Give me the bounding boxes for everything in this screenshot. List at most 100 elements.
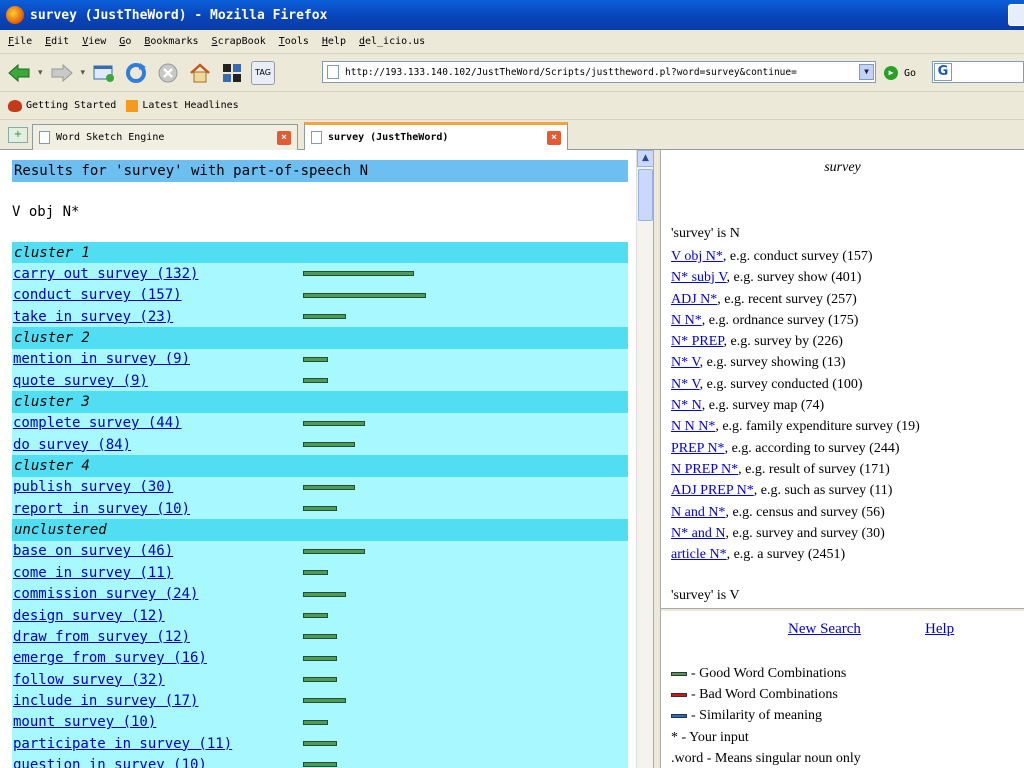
collocation-link[interactable]: report in survey (10) xyxy=(12,501,190,517)
stop-icon[interactable] xyxy=(155,60,181,86)
forward-icon[interactable] xyxy=(49,60,75,86)
collocation-link[interactable]: do survey (84) xyxy=(12,437,131,453)
cluster-heading: cluster 2 xyxy=(12,327,628,349)
cluster-list: cluster 1 carry out survey (132) conduct s… xyxy=(12,242,628,768)
good-combination-bar xyxy=(303,506,337,512)
menu-help[interactable]: Help xyxy=(322,36,346,47)
menu-bookmarks[interactable]: Bookmarks xyxy=(144,36,198,47)
minimize-button[interactable] xyxy=(1008,4,1024,26)
back-dropdown-icon[interactable]: ▾ xyxy=(38,68,43,78)
collocation-row: publish survey (30) xyxy=(12,477,628,498)
bookmark-latest-headlines[interactable]: Latest Headlines xyxy=(126,99,239,112)
menu-edit[interactable]: Edit xyxy=(45,36,69,47)
relation-link[interactable]: ADJ PREP N* xyxy=(671,483,754,498)
relation-example: , e.g. conduct survey (157) xyxy=(722,249,873,264)
collocation-link[interactable]: design survey (12) xyxy=(12,608,165,624)
collocation-link[interactable]: participate in survey (11) xyxy=(12,736,232,752)
good-combination-bar xyxy=(303,570,328,576)
relation-example: , e.g. census and survey (56) xyxy=(725,504,885,520)
menu-file[interactable]: File xyxy=(8,36,32,47)
collocation-link[interactable]: mount survey (10) xyxy=(12,714,156,730)
url-dropdown-icon[interactable]: ▼ xyxy=(859,64,874,80)
legend-swatch xyxy=(671,692,687,697)
home-icon[interactable] xyxy=(187,60,213,86)
collocation-link[interactable]: mention in survey (9) xyxy=(12,351,190,367)
relation-link[interactable]: ADJ N* xyxy=(671,292,717,307)
back-icon[interactable] xyxy=(6,60,32,86)
relation-link[interactable]: N* subj V xyxy=(671,270,727,285)
screen-grab-icon[interactable] xyxy=(219,60,245,86)
new-search-link[interactable]: New Search xyxy=(788,621,861,638)
legend-item: - Bad Word Combinations xyxy=(671,684,861,705)
results-header: Results for 'survey' with part-of-speech… xyxy=(12,160,628,182)
collocation-link[interactable]: include in survey (17) xyxy=(12,693,198,709)
relation-example: , e.g. a survey (2451) xyxy=(726,547,846,563)
search-box[interactable]: G xyxy=(932,61,1024,83)
close-tab-icon[interactable]: × xyxy=(547,131,561,145)
collocation-link[interactable]: complete survey (44) xyxy=(12,415,182,431)
relation-item: N* PREP, e.g. survey by (226) xyxy=(671,331,1021,352)
collocation-link[interactable]: commission survey (24) xyxy=(12,586,198,602)
collocation-link[interactable]: publish survey (30) xyxy=(12,479,173,495)
collocation-link[interactable]: emerge from survey (16) xyxy=(12,650,207,666)
menu-tools[interactable]: Tools xyxy=(279,36,309,47)
relation-example: , e.g. survey showing (13) xyxy=(699,355,846,371)
url-text[interactable]: http://193.133.140.102/JustTheWord/Scrip… xyxy=(345,67,797,78)
firefox-logo-icon xyxy=(6,6,24,24)
new-window-icon[interactable] xyxy=(91,60,117,86)
scroll-up-icon[interactable]: ▲ xyxy=(637,150,654,167)
go-button[interactable]: ▶ Go xyxy=(884,66,916,80)
legend-label: .word - Means singular noun only xyxy=(671,750,861,766)
collocation-link[interactable]: carry out survey (132) xyxy=(12,266,198,282)
tab-survey-justtheword[interactable]: survey (JustTheWord) × xyxy=(304,122,568,150)
collocation-link[interactable]: follow survey (32) xyxy=(12,672,165,688)
legend-swatch xyxy=(671,713,687,718)
relation-link[interactable]: article N* xyxy=(671,547,727,562)
bookmark-getting-started[interactable]: Getting Started xyxy=(8,99,116,112)
results-scrollbar[interactable]: ▲ xyxy=(636,150,654,768)
collocation-link[interactable]: quote survey (9) xyxy=(12,373,148,389)
close-tab-icon[interactable]: × xyxy=(277,131,291,145)
relation-item: N PREP N*, e.g. result of survey (171) xyxy=(671,459,1021,480)
collocation-row: quote survey (9) xyxy=(12,370,628,391)
collocation-link[interactable]: conduct survey (157) xyxy=(12,287,182,303)
reload-icon[interactable] xyxy=(123,60,149,86)
relation-link[interactable]: N and N* xyxy=(671,505,725,520)
help-link[interactable]: Help xyxy=(925,621,954,638)
bookmark-label: Latest Headlines xyxy=(142,100,239,111)
cluster-heading: cluster 4 xyxy=(12,455,628,477)
collocation-link[interactable]: base on survey (46) xyxy=(12,543,173,559)
collocation-link[interactable]: question in survey (10) xyxy=(12,757,207,768)
relation-link[interactable]: N* PREP xyxy=(671,334,724,349)
google-icon[interactable]: G xyxy=(934,63,952,81)
relation-item: article N*, e.g. a survey (2451) xyxy=(671,544,1021,565)
relation-link[interactable]: N N* xyxy=(671,313,702,328)
tag-icon[interactable]: TAG xyxy=(251,60,276,85)
collocation-link[interactable]: come in survey (11) xyxy=(12,565,173,581)
relation-link[interactable]: N* V xyxy=(671,355,700,370)
relation-link[interactable]: PREP N* xyxy=(671,441,725,456)
collocation-link[interactable]: draw from survey (12) xyxy=(12,629,190,645)
relation-link[interactable]: N* N xyxy=(671,398,702,413)
relation-link[interactable]: N N N* xyxy=(671,419,715,434)
relation-example: , e.g. survey by (226) xyxy=(723,334,843,350)
relation-link[interactable]: N* V xyxy=(671,377,700,392)
collocation-link[interactable]: take in survey (23) xyxy=(12,309,173,325)
menu-go[interactable]: Go xyxy=(119,36,131,47)
frame-divider[interactable] xyxy=(653,150,661,768)
legend-label: * - Your input xyxy=(671,729,749,745)
forward-dropdown-icon[interactable]: ▾ xyxy=(81,68,86,78)
relation-link[interactable]: N* and N xyxy=(671,526,725,541)
relation-link[interactable]: V obj N* xyxy=(671,249,723,264)
relation-item: N* V, e.g. survey conducted (100) xyxy=(671,374,1021,395)
menu-scrapbook[interactable]: ScrapBook xyxy=(212,36,266,47)
scrollbar-thumb[interactable] xyxy=(638,169,653,221)
menu-view[interactable]: View xyxy=(82,36,106,47)
relation-link[interactable]: N PREP N* xyxy=(671,462,738,477)
tab-word-sketch-engine[interactable]: Word Sketch Engine × xyxy=(32,124,298,150)
address-bar[interactable]: http://193.133.140.102/JustTheWord/Scrip… xyxy=(322,61,876,83)
page-icon xyxy=(311,131,322,144)
relation-item: N N*, e.g. ordnance survey (175) xyxy=(671,310,1021,331)
menu-delicious[interactable]: del_icio.us xyxy=(359,36,425,47)
new-tab-icon[interactable]: + xyxy=(8,127,28,143)
